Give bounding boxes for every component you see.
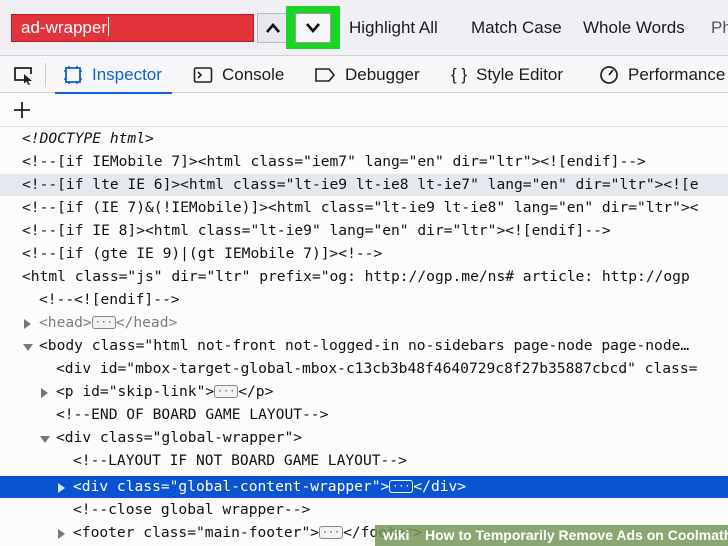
find-input[interactable]: ad-wrapper (11, 14, 254, 42)
find-query: ad-wrapper (21, 18, 107, 37)
tree-line-body[interactable]: <body class="html not-front not-logged-i… (0, 335, 728, 357)
tree-line[interactable]: <!--[if (IE 7)&(!IEMobile)]><html class=… (0, 197, 728, 219)
chevron-up-icon (265, 23, 280, 33)
tree-line[interactable]: <!--<![endif]--> (0, 289, 728, 311)
tree-line[interactable]: <!--[if (gte IE 9)|(gt IEMobile 7)]><!--… (0, 243, 728, 265)
node-close-tag: </p> (238, 383, 274, 400)
node-text: <!--close global wrapper--> (73, 501, 311, 518)
node-text: <footer class="main-footer"> (73, 524, 320, 541)
element-picker-icon (14, 67, 32, 85)
find-previous-button[interactable] (257, 13, 288, 43)
devtools-tabbar: Inspector Console Debugger { } Style Edi… (0, 57, 728, 94)
watermark-logo: wiki (383, 527, 410, 543)
collapse-arrow-icon[interactable] (40, 436, 50, 443)
tree-line[interactable]: <!--[if IE 8]><html class="lt-ie9" lang=… (0, 220, 728, 242)
node-text: <!--[if lte IE 6]><html class="lt-ie9 lt… (22, 176, 699, 193)
markup-tree: <!DOCTYPE html> <!--[if IEMobile 7]><htm… (0, 128, 728, 546)
node-close-tag: </div> (413, 478, 467, 495)
markup-toolbar (0, 94, 728, 127)
expand-arrow-icon[interactable] (58, 529, 65, 539)
element-picker-button[interactable] (10, 64, 36, 86)
collapsed-children-icon[interactable]: ··· (319, 526, 344, 539)
match-case-toggle[interactable]: Match Case (471, 18, 562, 38)
node-text: <div id="mbox-target-global-mbox-c13cb3b… (56, 360, 698, 377)
tab-label: Performance (628, 65, 726, 84)
expand-arrow-icon[interactable] (41, 388, 48, 398)
node-text: <div class="global-wrapper"> (56, 429, 303, 446)
tabbar-separator (45, 63, 46, 87)
find-overflow-option[interactable]: Ph (711, 18, 728, 38)
tab-console[interactable]: Console (193, 57, 284, 93)
tree-line[interactable]: <!--LAYOUT IF NOT BOARD GAME LAYOUT--> (0, 450, 728, 472)
collapsed-children-icon[interactable]: ··· (91, 316, 116, 329)
collapse-arrow-icon[interactable] (23, 344, 33, 351)
node-text: <!--<![endif]--> (39, 291, 180, 308)
node-text: <p id="skip-link"> (56, 383, 215, 400)
collapsed-children-icon[interactable]: ··· (389, 480, 414, 493)
node-text: <!DOCTYPE html> (22, 130, 154, 147)
tree-line[interactable]: <div class="global-wrapper"> (0, 427, 728, 449)
find-bar: ad-wrapper Highlight All Match Case Whol… (0, 0, 728, 56)
tab-performance[interactable]: Performance (599, 57, 725, 93)
tab-label: Console (222, 65, 285, 84)
chevron-down-icon (306, 22, 320, 33)
plus-icon (14, 102, 30, 118)
tree-line[interactable]: <html class="js" dir="ltr" prefix="og: h… (0, 266, 728, 288)
tab-label: Debugger (345, 65, 420, 84)
expand-arrow-icon[interactable] (24, 319, 31, 329)
performance-icon (600, 66, 618, 84)
find-next-highlight (286, 6, 340, 49)
collapsed-children-icon[interactable]: ··· (214, 385, 239, 398)
highlight-all-toggle[interactable]: Highlight All (349, 18, 438, 38)
tree-line[interactable]: <!--[if IEMobile 7]><html class="iem7" l… (0, 151, 728, 173)
style-editor-icon: { } (451, 65, 468, 84)
node-text: <div class="global-content-wrapper"> (73, 478, 390, 495)
node-text: <!--END OF BOARD GAME LAYOUT--> (56, 406, 329, 423)
tree-line[interactable]: <p id="skip-link"> ··· </p> (0, 381, 728, 403)
expand-arrow-icon[interactable] (58, 483, 65, 493)
node-text: <!--[if (gte IE 9)|(gt IEMobile 7)]><!--… (22, 245, 383, 262)
tree-line[interactable]: <!--[if lte IE 6]><html class="lt-ie9 lt… (0, 174, 728, 196)
node-text: <html class="js" dir="ltr" prefix="og: h… (22, 268, 690, 285)
watermark-title: How to Temporarily Remove Ads on Coolmat… (425, 527, 728, 543)
node-close-tag: </head> (115, 314, 178, 331)
tab-inspector[interactable]: Inspector (55, 57, 172, 94)
tree-line[interactable]: <div id="mbox-target-global-mbox-c13cb3b… (0, 358, 728, 380)
tree-line[interactable]: <!--close global wrapper--> (0, 499, 728, 521)
node-text: <body class="html not-front not-logged-i… (39, 337, 690, 354)
node-text: <!--LAYOUT IF NOT BOARD GAME LAYOUT--> (73, 452, 407, 469)
find-next-button[interactable] (295, 12, 331, 43)
node-text: <!--[if IE 8]><html class="lt-ie9" lang=… (22, 222, 611, 239)
tree-line[interactable]: <!DOCTYPE html> (0, 128, 728, 150)
add-node-button[interactable] (10, 98, 34, 122)
tab-label: Inspector (92, 65, 162, 84)
tab-style-editor[interactable]: { } Style Editor (451, 57, 563, 93)
tree-line-head[interactable]: <head> ··· </head> (0, 312, 728, 334)
text-caret (108, 17, 109, 36)
node-text: <!--[if IEMobile 7]><html class="iem7" l… (22, 153, 646, 170)
debugger-icon (315, 68, 336, 82)
tree-line[interactable]: <!--END OF BOARD GAME LAYOUT--> (0, 404, 728, 426)
node-text: <head> (39, 314, 92, 331)
whole-words-toggle[interactable]: Whole Words (583, 18, 685, 38)
console-icon (193, 67, 213, 83)
tab-debugger[interactable]: Debugger (314, 57, 420, 93)
tree-line-selected[interactable]: <div class="global-content-wrapper"> ··· <… (0, 476, 728, 498)
node-text: <!--[if (IE 7)&(!IEMobile)]><html class=… (22, 199, 699, 216)
inspector-icon (64, 66, 82, 84)
tab-label: Style Editor (476, 65, 564, 84)
